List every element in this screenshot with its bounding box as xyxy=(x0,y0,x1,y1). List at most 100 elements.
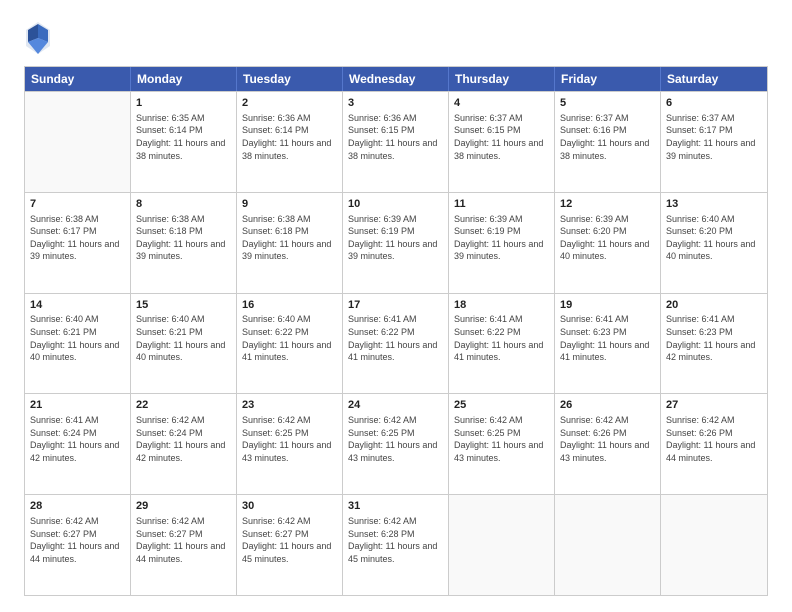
cell-info: Sunrise: 6:39 AM Sunset: 6:19 PM Dayligh… xyxy=(454,213,549,263)
cell-info: Sunrise: 6:38 AM Sunset: 6:17 PM Dayligh… xyxy=(30,213,125,263)
day-number: 1 xyxy=(136,96,231,111)
day-number: 2 xyxy=(242,96,337,111)
calendar-cell: 1 Sunrise: 6:35 AM Sunset: 6:14 PM Dayli… xyxy=(131,92,237,192)
day-number: 9 xyxy=(242,197,337,212)
day-number: 30 xyxy=(242,499,337,514)
calendar-row: 1 Sunrise: 6:35 AM Sunset: 6:14 PM Dayli… xyxy=(25,91,767,192)
day-number: 15 xyxy=(136,298,231,313)
cell-info: Sunrise: 6:42 AM Sunset: 6:26 PM Dayligh… xyxy=(666,414,762,464)
calendar-cell: 4 Sunrise: 6:37 AM Sunset: 6:15 PM Dayli… xyxy=(449,92,555,192)
cell-info: Sunrise: 6:36 AM Sunset: 6:15 PM Dayligh… xyxy=(348,112,443,162)
cell-info: Sunrise: 6:42 AM Sunset: 6:26 PM Dayligh… xyxy=(560,414,655,464)
day-number: 24 xyxy=(348,398,443,413)
calendar-cell: 30 Sunrise: 6:42 AM Sunset: 6:27 PM Dayl… xyxy=(237,495,343,595)
calendar-cell xyxy=(661,495,767,595)
header-day-friday: Friday xyxy=(555,67,661,91)
calendar-cell: 17 Sunrise: 6:41 AM Sunset: 6:22 PM Dayl… xyxy=(343,294,449,394)
calendar-cell xyxy=(449,495,555,595)
calendar-cell xyxy=(25,92,131,192)
calendar-cell: 8 Sunrise: 6:38 AM Sunset: 6:18 PM Dayli… xyxy=(131,193,237,293)
cell-info: Sunrise: 6:37 AM Sunset: 6:15 PM Dayligh… xyxy=(454,112,549,162)
cell-info: Sunrise: 6:41 AM Sunset: 6:22 PM Dayligh… xyxy=(348,313,443,363)
calendar-cell: 11 Sunrise: 6:39 AM Sunset: 6:19 PM Dayl… xyxy=(449,193,555,293)
day-number: 8 xyxy=(136,197,231,212)
day-number: 6 xyxy=(666,96,762,111)
header-day-sunday: Sunday xyxy=(25,67,131,91)
day-number: 17 xyxy=(348,298,443,313)
calendar-cell: 31 Sunrise: 6:42 AM Sunset: 6:28 PM Dayl… xyxy=(343,495,449,595)
calendar-row: 14 Sunrise: 6:40 AM Sunset: 6:21 PM Dayl… xyxy=(25,293,767,394)
day-number: 16 xyxy=(242,298,337,313)
day-number: 31 xyxy=(348,499,443,514)
calendar-cell: 18 Sunrise: 6:41 AM Sunset: 6:22 PM Dayl… xyxy=(449,294,555,394)
day-number: 14 xyxy=(30,298,125,313)
calendar-cell: 6 Sunrise: 6:37 AM Sunset: 6:17 PM Dayli… xyxy=(661,92,767,192)
cell-info: Sunrise: 6:40 AM Sunset: 6:22 PM Dayligh… xyxy=(242,313,337,363)
cell-info: Sunrise: 6:42 AM Sunset: 6:24 PM Dayligh… xyxy=(136,414,231,464)
calendar-cell: 24 Sunrise: 6:42 AM Sunset: 6:25 PM Dayl… xyxy=(343,394,449,494)
logo xyxy=(24,20,56,56)
calendar-cell: 2 Sunrise: 6:36 AM Sunset: 6:14 PM Dayli… xyxy=(237,92,343,192)
calendar-cell: 7 Sunrise: 6:38 AM Sunset: 6:17 PM Dayli… xyxy=(25,193,131,293)
calendar-cell: 3 Sunrise: 6:36 AM Sunset: 6:15 PM Dayli… xyxy=(343,92,449,192)
cell-info: Sunrise: 6:36 AM Sunset: 6:14 PM Dayligh… xyxy=(242,112,337,162)
cell-info: Sunrise: 6:42 AM Sunset: 6:27 PM Dayligh… xyxy=(242,515,337,565)
day-number: 23 xyxy=(242,398,337,413)
day-number: 28 xyxy=(30,499,125,514)
day-number: 18 xyxy=(454,298,549,313)
header-day-tuesday: Tuesday xyxy=(237,67,343,91)
calendar-cell xyxy=(555,495,661,595)
calendar-row: 28 Sunrise: 6:42 AM Sunset: 6:27 PM Dayl… xyxy=(25,494,767,595)
header-day-saturday: Saturday xyxy=(661,67,767,91)
day-number: 12 xyxy=(560,197,655,212)
cell-info: Sunrise: 6:37 AM Sunset: 6:17 PM Dayligh… xyxy=(666,112,762,162)
calendar-cell: 21 Sunrise: 6:41 AM Sunset: 6:24 PM Dayl… xyxy=(25,394,131,494)
cell-info: Sunrise: 6:38 AM Sunset: 6:18 PM Dayligh… xyxy=(136,213,231,263)
calendar: SundayMondayTuesdayWednesdayThursdayFrid… xyxy=(24,66,768,596)
cell-info: Sunrise: 6:41 AM Sunset: 6:22 PM Dayligh… xyxy=(454,313,549,363)
day-number: 3 xyxy=(348,96,443,111)
calendar-cell: 25 Sunrise: 6:42 AM Sunset: 6:25 PM Dayl… xyxy=(449,394,555,494)
calendar-cell: 10 Sunrise: 6:39 AM Sunset: 6:19 PM Dayl… xyxy=(343,193,449,293)
cell-info: Sunrise: 6:40 AM Sunset: 6:21 PM Dayligh… xyxy=(136,313,231,363)
cell-info: Sunrise: 6:39 AM Sunset: 6:20 PM Dayligh… xyxy=(560,213,655,263)
header xyxy=(24,20,768,56)
cell-info: Sunrise: 6:42 AM Sunset: 6:27 PM Dayligh… xyxy=(30,515,125,565)
logo-icon xyxy=(24,20,52,56)
cell-info: Sunrise: 6:41 AM Sunset: 6:23 PM Dayligh… xyxy=(666,313,762,363)
header-day-thursday: Thursday xyxy=(449,67,555,91)
day-number: 26 xyxy=(560,398,655,413)
calendar-cell: 9 Sunrise: 6:38 AM Sunset: 6:18 PM Dayli… xyxy=(237,193,343,293)
calendar-cell: 23 Sunrise: 6:42 AM Sunset: 6:25 PM Dayl… xyxy=(237,394,343,494)
calendar-cell: 12 Sunrise: 6:39 AM Sunset: 6:20 PM Dayl… xyxy=(555,193,661,293)
page: SundayMondayTuesdayWednesdayThursdayFrid… xyxy=(0,0,792,612)
calendar-cell: 15 Sunrise: 6:40 AM Sunset: 6:21 PM Dayl… xyxy=(131,294,237,394)
day-number: 19 xyxy=(560,298,655,313)
cell-info: Sunrise: 6:42 AM Sunset: 6:25 PM Dayligh… xyxy=(454,414,549,464)
cell-info: Sunrise: 6:37 AM Sunset: 6:16 PM Dayligh… xyxy=(560,112,655,162)
calendar-header: SundayMondayTuesdayWednesdayThursdayFrid… xyxy=(25,67,767,91)
day-number: 27 xyxy=(666,398,762,413)
calendar-body: 1 Sunrise: 6:35 AM Sunset: 6:14 PM Dayli… xyxy=(25,91,767,595)
calendar-cell: 16 Sunrise: 6:40 AM Sunset: 6:22 PM Dayl… xyxy=(237,294,343,394)
calendar-cell: 29 Sunrise: 6:42 AM Sunset: 6:27 PM Dayl… xyxy=(131,495,237,595)
cell-info: Sunrise: 6:39 AM Sunset: 6:19 PM Dayligh… xyxy=(348,213,443,263)
day-number: 11 xyxy=(454,197,549,212)
calendar-cell: 5 Sunrise: 6:37 AM Sunset: 6:16 PM Dayli… xyxy=(555,92,661,192)
day-number: 4 xyxy=(454,96,549,111)
cell-info: Sunrise: 6:41 AM Sunset: 6:24 PM Dayligh… xyxy=(30,414,125,464)
cell-info: Sunrise: 6:40 AM Sunset: 6:21 PM Dayligh… xyxy=(30,313,125,363)
header-day-monday: Monday xyxy=(131,67,237,91)
cell-info: Sunrise: 6:42 AM Sunset: 6:27 PM Dayligh… xyxy=(136,515,231,565)
calendar-row: 7 Sunrise: 6:38 AM Sunset: 6:17 PM Dayli… xyxy=(25,192,767,293)
cell-info: Sunrise: 6:35 AM Sunset: 6:14 PM Dayligh… xyxy=(136,112,231,162)
day-number: 22 xyxy=(136,398,231,413)
calendar-cell: 26 Sunrise: 6:42 AM Sunset: 6:26 PM Dayl… xyxy=(555,394,661,494)
cell-info: Sunrise: 6:42 AM Sunset: 6:28 PM Dayligh… xyxy=(348,515,443,565)
calendar-cell: 19 Sunrise: 6:41 AM Sunset: 6:23 PM Dayl… xyxy=(555,294,661,394)
calendar-cell: 28 Sunrise: 6:42 AM Sunset: 6:27 PM Dayl… xyxy=(25,495,131,595)
cell-info: Sunrise: 6:41 AM Sunset: 6:23 PM Dayligh… xyxy=(560,313,655,363)
calendar-cell: 27 Sunrise: 6:42 AM Sunset: 6:26 PM Dayl… xyxy=(661,394,767,494)
calendar-cell: 14 Sunrise: 6:40 AM Sunset: 6:21 PM Dayl… xyxy=(25,294,131,394)
calendar-cell: 22 Sunrise: 6:42 AM Sunset: 6:24 PM Dayl… xyxy=(131,394,237,494)
